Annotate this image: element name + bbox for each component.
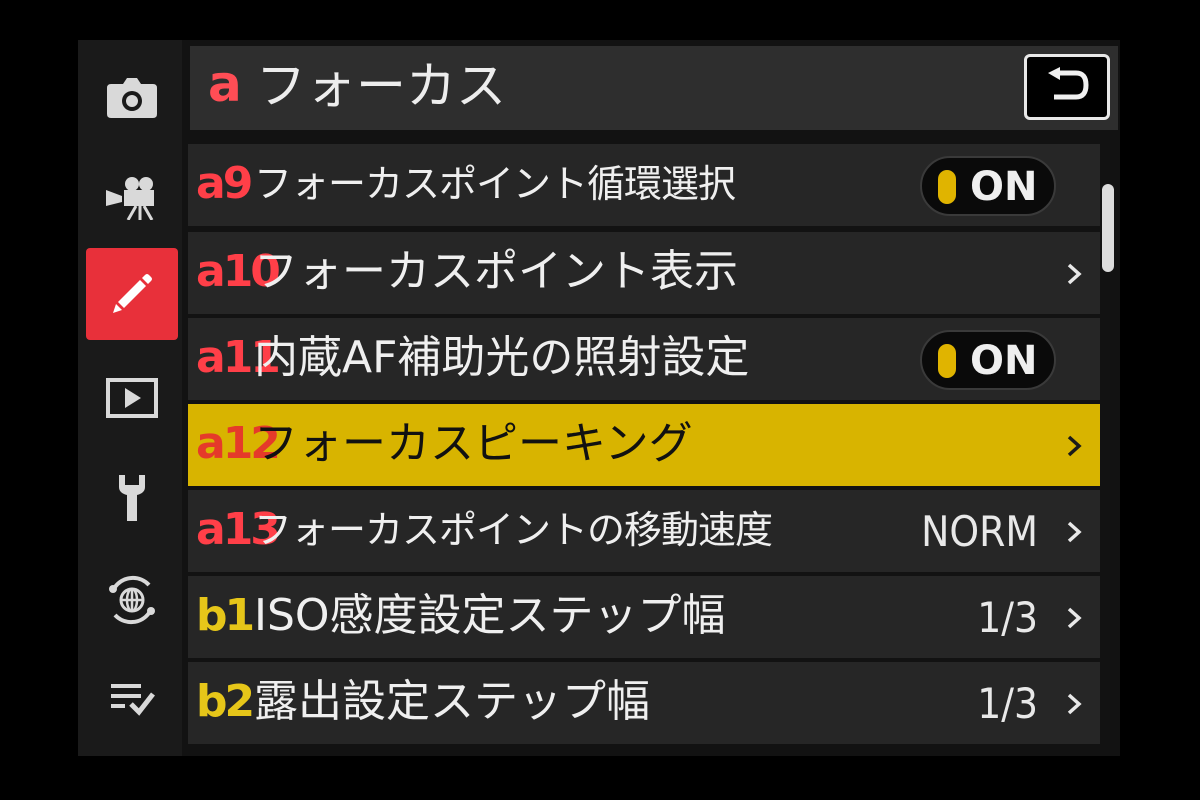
header-menu-letter: a xyxy=(208,55,242,113)
row-label: フォーカスポイント表示 xyxy=(254,246,738,297)
chevron-right-icon xyxy=(1067,263,1082,285)
toggle-value: ON xyxy=(970,338,1038,384)
movie-camera-icon xyxy=(106,177,154,220)
toggle-switch[interactable]: ON xyxy=(920,330,1056,390)
menu-row-a10[interactable]: a10 フォーカスポイント表示 xyxy=(188,232,1100,314)
row-label: 内蔵AF補助光の照射設定 xyxy=(254,332,750,383)
page-title: フォーカス xyxy=(256,57,506,115)
row-value: 1/3 xyxy=(977,679,1038,728)
chevron-right-icon xyxy=(1067,435,1082,457)
camera-menu-screen: a フォーカス a9 フォーカスポイント循環選択 ON a10 フォーカスポイン… xyxy=(78,40,1120,756)
tab-setup[interactable] xyxy=(86,452,178,544)
toggle-knob xyxy=(938,170,956,204)
toggle-switch[interactable]: ON xyxy=(920,156,1056,216)
tab-playback[interactable] xyxy=(86,352,178,444)
row-label: フォーカスピーキング xyxy=(254,418,693,469)
row-code: b2 xyxy=(196,676,255,727)
menu-row-b1[interactable]: b1 ISO感度設定ステップ幅 1/3 xyxy=(188,576,1100,658)
tab-photo-shooting[interactable] xyxy=(86,52,178,144)
tab-custom-settings[interactable] xyxy=(86,248,178,340)
scrollbar-thumb[interactable] xyxy=(1102,184,1114,272)
back-button[interactable] xyxy=(1024,54,1110,120)
row-label: 露出設定ステップ幅 xyxy=(254,676,650,727)
row-code: b1 xyxy=(196,590,255,641)
chevron-right-icon xyxy=(1067,693,1082,715)
chevron-right-icon xyxy=(1067,607,1082,629)
camera-icon xyxy=(107,78,157,118)
row-code: a9 xyxy=(196,158,253,209)
row-label: フォーカスポイント循環選択 xyxy=(254,162,736,206)
row-value: NORM xyxy=(921,507,1038,556)
network-icon xyxy=(109,575,155,625)
toggle-value: ON xyxy=(970,164,1038,210)
menu-row-b2[interactable]: b2 露出設定ステップ幅 1/3 xyxy=(188,662,1100,744)
tab-network[interactable] xyxy=(86,554,178,646)
menu-row-a12[interactable]: a12 フォーカスピーキング xyxy=(188,404,1100,486)
wrench-icon xyxy=(119,475,145,521)
menu-header: a フォーカス xyxy=(190,46,1118,130)
settings-list: a9 フォーカスポイント循環選択 ON a10 フォーカスポイント表示 a11 … xyxy=(188,144,1100,748)
return-arrow-icon xyxy=(1048,67,1089,100)
my-menu-icon xyxy=(111,684,155,716)
toggle-knob xyxy=(938,344,956,378)
tab-my-menu[interactable] xyxy=(86,652,178,744)
menu-row-a11[interactable]: a11 内蔵AF補助光の照射設定 ON xyxy=(188,318,1100,400)
menu-tab-sidebar xyxy=(78,40,182,756)
pencil-icon xyxy=(113,274,152,313)
row-value: 1/3 xyxy=(977,593,1038,642)
playback-icon xyxy=(106,378,158,418)
menu-row-a9[interactable]: a9 フォーカスポイント循環選択 ON xyxy=(188,144,1100,226)
chevron-right-icon xyxy=(1067,521,1082,543)
tab-movie-recording[interactable] xyxy=(86,152,178,244)
menu-row-a13[interactable]: a13 フォーカスポイントの移動速度 NORM xyxy=(188,490,1100,572)
row-label: ISO感度設定ステップ幅 xyxy=(254,590,726,641)
row-label: フォーカスポイントの移動速度 xyxy=(254,508,773,552)
